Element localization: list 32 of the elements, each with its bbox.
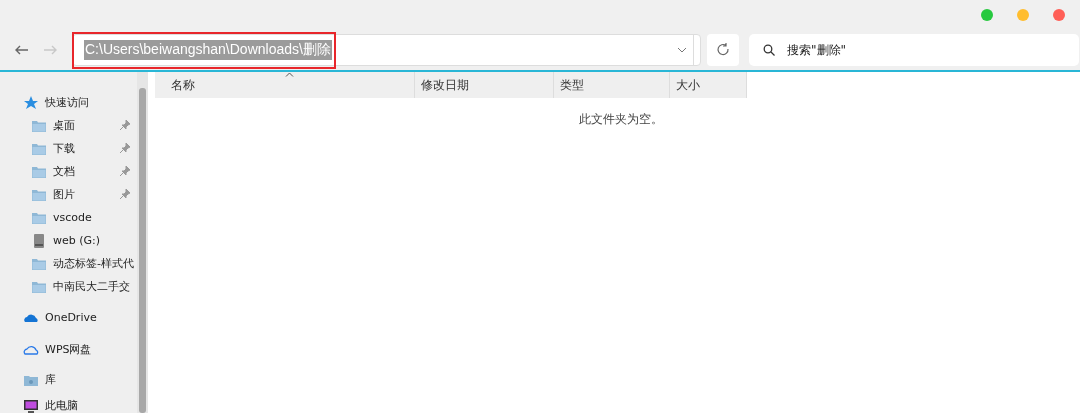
sidebar-item[interactable]: 桌面 (0, 114, 137, 137)
window-control[interactable] (1053, 9, 1065, 21)
star-icon (23, 94, 39, 111)
sidebar-item[interactable]: vscode (0, 206, 137, 229)
window-control[interactable] (981, 9, 993, 21)
monitor-icon (23, 397, 39, 413)
chevron-down-icon[interactable] (677, 47, 687, 53)
sidebar-item[interactable]: 图片 (0, 183, 137, 206)
empty-folder-message: 此文件夹为空。 (579, 112, 664, 127)
sidebar-item[interactable]: 快速访问 (0, 91, 137, 114)
sidebar-item[interactable]: 文档 (0, 160, 137, 183)
sidebar-item[interactable]: OneDrive (0, 306, 137, 329)
back-arrow-icon (15, 45, 29, 55)
search-icon (763, 44, 775, 56)
drive-icon (31, 232, 47, 249)
refresh-button[interactable] (707, 34, 739, 66)
sidebar-item[interactable]: 下载 (0, 137, 137, 160)
sidebar-item[interactable]: web (G:) (0, 229, 137, 252)
scrollbar[interactable] (137, 72, 148, 413)
window-control[interactable] (1017, 9, 1029, 21)
column-header[interactable]: 大小 (670, 72, 747, 98)
sidebar-item[interactable]: 中南民大二手交 (0, 275, 137, 298)
forward-arrow-icon (43, 45, 57, 55)
sidebar-item[interactable]: 库 (0, 368, 137, 391)
search-field[interactable]: 搜索"删除" (749, 34, 1079, 66)
column-header[interactable]: 类型 (554, 72, 670, 98)
sidebar-item[interactable]: 此电脑 (0, 394, 137, 413)
refresh-icon (716, 43, 730, 57)
sidebar-item[interactable]: WPS网盘 (0, 338, 137, 361)
sidebar-item[interactable]: 动态标签-样式代 (0, 252, 137, 275)
column-header[interactable]: 修改日期 (415, 72, 554, 98)
column-header[interactable]: 名称 (155, 72, 415, 98)
